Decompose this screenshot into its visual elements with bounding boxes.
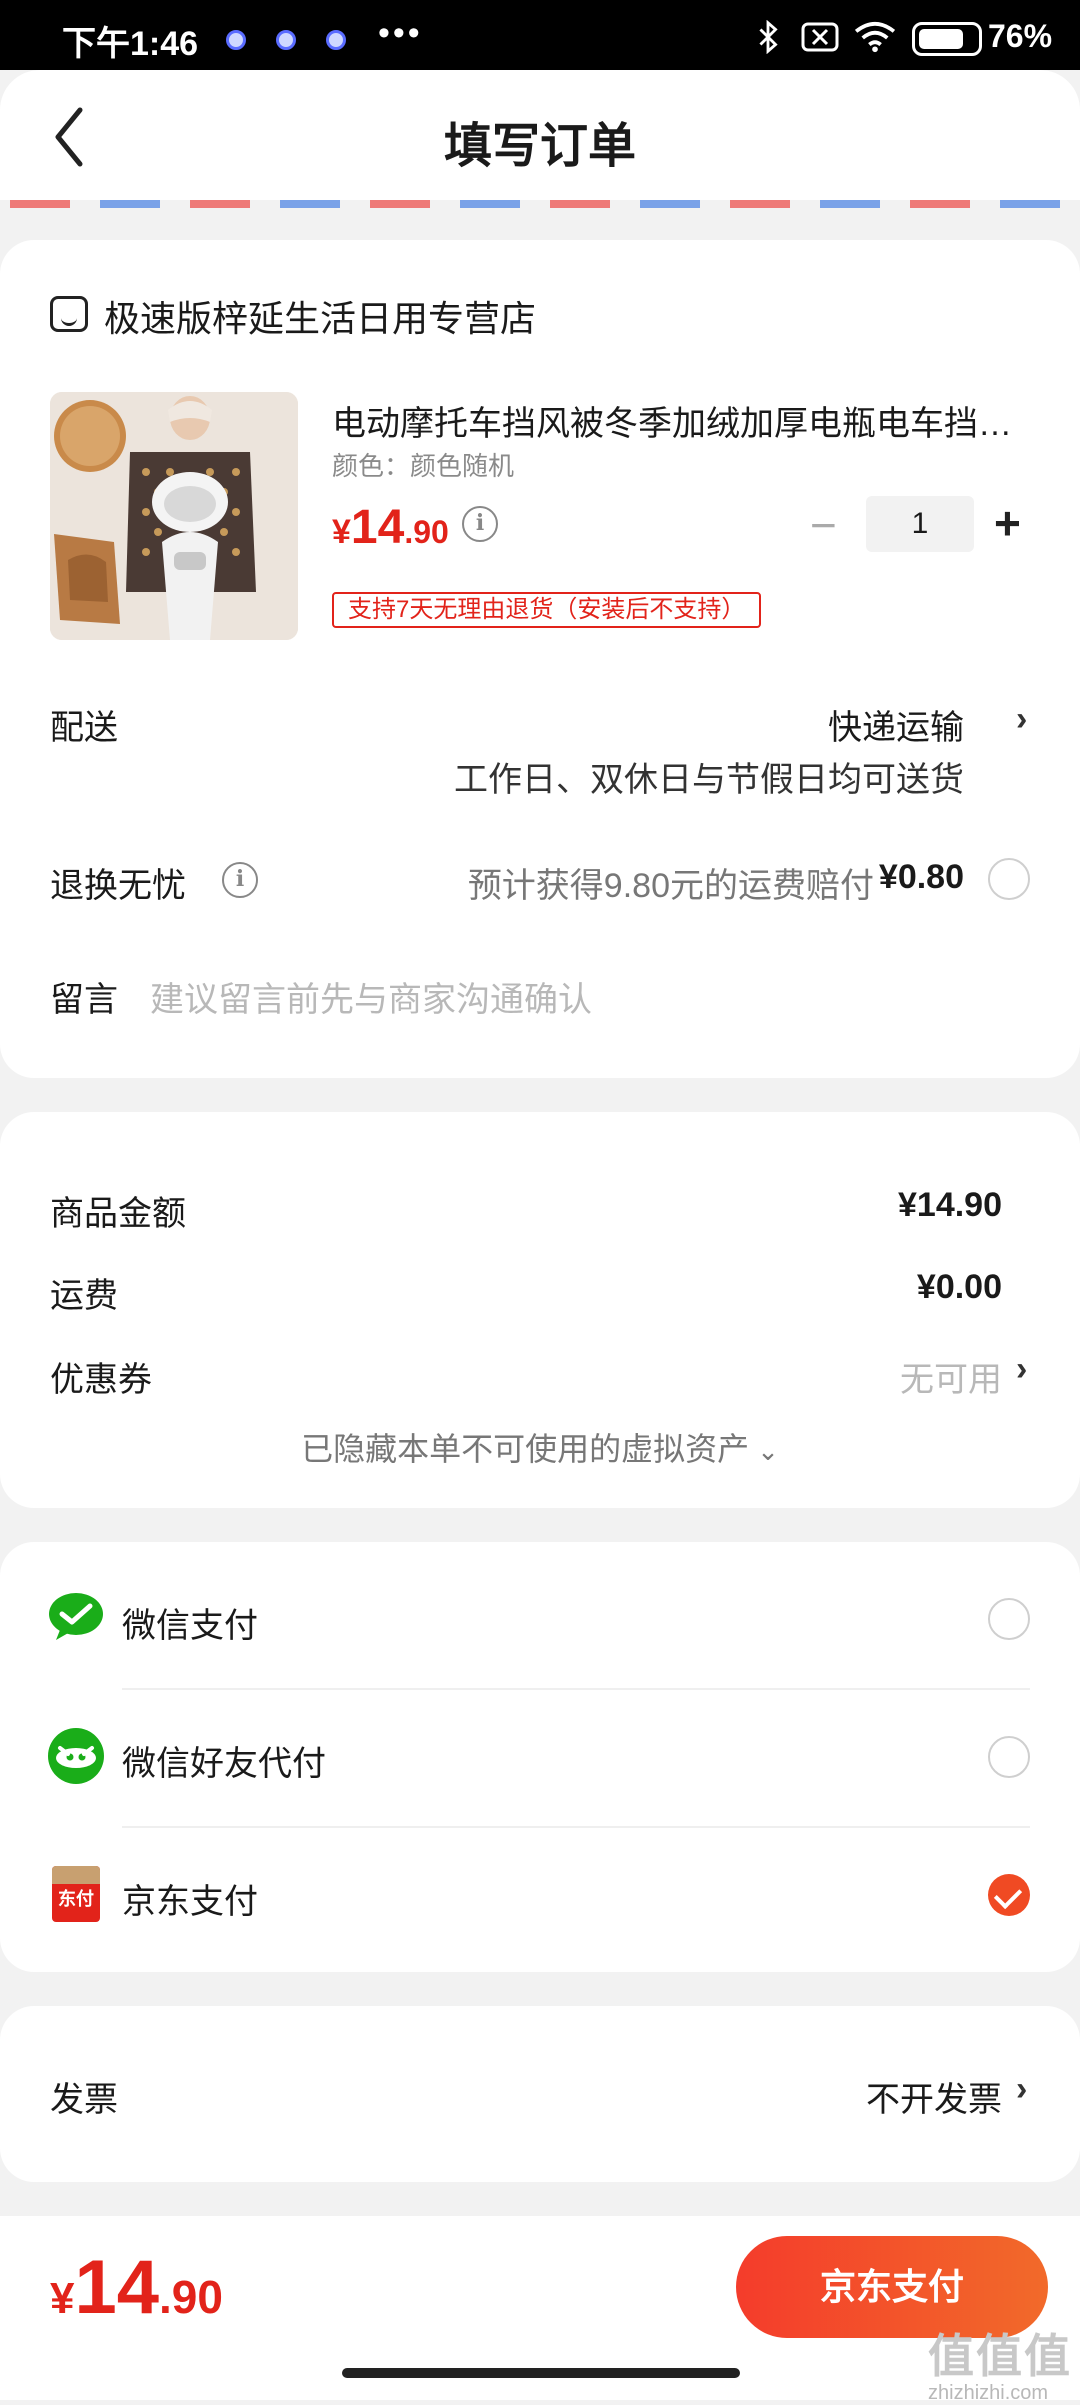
divider: [122, 1688, 1030, 1690]
jd-pay-icon: 东付: [52, 1866, 100, 1922]
page-header: 填写订单: [0, 70, 1080, 200]
delivery-note: 工作日、双休日与节假日均可送货: [454, 761, 964, 799]
product-price: ¥14.90: [332, 501, 449, 554]
message-label: 留言: [50, 981, 118, 1019]
invoice-label: 发票: [50, 2081, 118, 2119]
sim-off-icon: [801, 22, 839, 52]
notification-icon: [226, 30, 246, 50]
coupon-value[interactable]: 无可用: [900, 1352, 1002, 1401]
bluetooth-icon: [759, 20, 778, 54]
quantity-increase-button[interactable]: +: [994, 496, 1021, 550]
battery-percent: 76%: [988, 18, 1053, 54]
payment-jd-label[interactable]: 京东支付: [122, 1874, 258, 1923]
quantity-decrease-button[interactable]: −: [810, 500, 837, 550]
payment-jd-radio[interactable]: [988, 1874, 1030, 1916]
delivery-label: 配送: [50, 709, 118, 747]
store-icon: [50, 296, 88, 332]
payment-wechat-radio[interactable]: [988, 1598, 1030, 1640]
store-name[interactable]: 极速版梓延生活日用专营店: [104, 290, 536, 342]
watermark: 值值值 zhizhizhi.com: [928, 2330, 1072, 2404]
payment-wechat-label[interactable]: 微信支付: [122, 1598, 258, 1647]
order-card: [0, 240, 1080, 1078]
return-insurance-radio[interactable]: [988, 858, 1030, 900]
divider: [122, 1826, 1030, 1828]
chevron-right-icon[interactable]: ›: [1016, 1350, 1027, 1389]
more-notifications-icon: •••: [378, 14, 423, 52]
goods-amount-value: ¥14.90: [898, 1186, 1002, 1224]
return-insurance-desc: 预计获得9.80元的运费赔付: [467, 867, 874, 905]
product-variant[interactable]: 颜色：颜色随机: [332, 446, 514, 483]
status-time: 下午1:46: [62, 25, 199, 63]
shipping-label: 运费: [50, 1277, 118, 1315]
coupon-label: 优惠券: [50, 1361, 152, 1399]
chevron-right-icon[interactable]: ›: [1016, 2070, 1027, 2109]
price-info-icon[interactable]: i: [462, 506, 498, 542]
return-insurance-info-icon[interactable]: i: [222, 862, 258, 898]
product-image[interactable]: [50, 392, 298, 640]
return-policy-badge: 支持7天无理由退货（安装后不支持）: [332, 592, 762, 628]
notification-icon: [326, 30, 346, 50]
delivery-method[interactable]: 快递运输: [828, 700, 964, 749]
home-indicator[interactable]: [342, 2368, 740, 2378]
product-title[interactable]: 电动摩托车挡风被冬季加绒加厚电瓶电车挡风被防水防寒保暖: [332, 396, 1032, 445]
quantity-input[interactable]: 1: [866, 496, 974, 552]
return-insurance-price: ¥0.80: [878, 858, 964, 896]
total-price: ¥14.90: [50, 2245, 223, 2330]
invoice-value[interactable]: 不开发票: [866, 2072, 1002, 2121]
message-input[interactable]: 建议留言前先与商家沟通确认: [150, 972, 970, 1021]
notification-icon: [276, 30, 296, 50]
address-stripe: [0, 200, 1080, 208]
wechat-friend-pay-icon: [48, 1728, 104, 1784]
wifi-icon: [854, 21, 896, 53]
payment-wechat-friend-radio[interactable]: [988, 1736, 1030, 1778]
chevron-right-icon[interactable]: ›: [1016, 700, 1027, 739]
hidden-assets-toggle[interactable]: 已隐藏本单不可使用的虚拟资产 ⌄: [0, 1424, 1080, 1470]
page-title: 填写订单: [443, 120, 636, 173]
return-insurance-label: 退换无忧: [50, 867, 186, 905]
battery-icon: [912, 22, 982, 56]
chevron-down-icon: ⌄: [757, 1436, 779, 1466]
payment-wechat-friend-label[interactable]: 微信好友代付: [122, 1736, 326, 1785]
status-bar: 下午1:46 ••• 76%: [0, 0, 1080, 70]
wechat-pay-icon: [49, 1593, 103, 1640]
goods-amount-label: 商品金额: [50, 1195, 186, 1233]
shipping-value: ¥0.00: [916, 1268, 1002, 1306]
